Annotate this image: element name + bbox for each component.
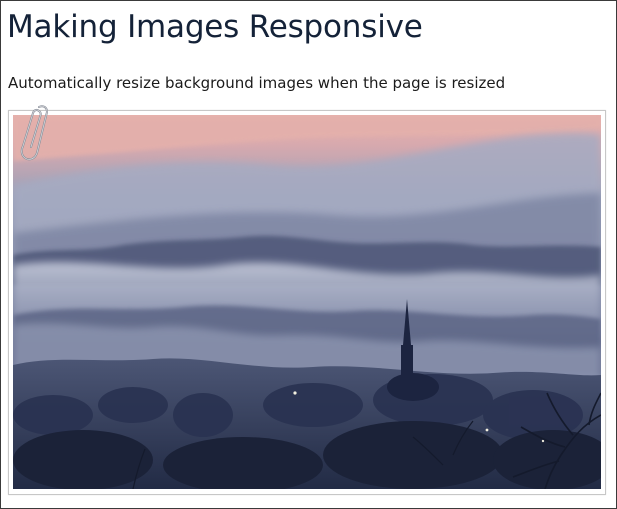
- background-landscape-image: [13, 115, 601, 489]
- page-container: Making Images Responsive Automatically r…: [0, 0, 617, 509]
- page-title: Making Images Responsive: [7, 9, 423, 45]
- responsive-image-frame: [8, 110, 606, 495]
- landscape-illustration: [13, 115, 601, 489]
- page-subtitle: Automatically resize background images w…: [8, 74, 506, 92]
